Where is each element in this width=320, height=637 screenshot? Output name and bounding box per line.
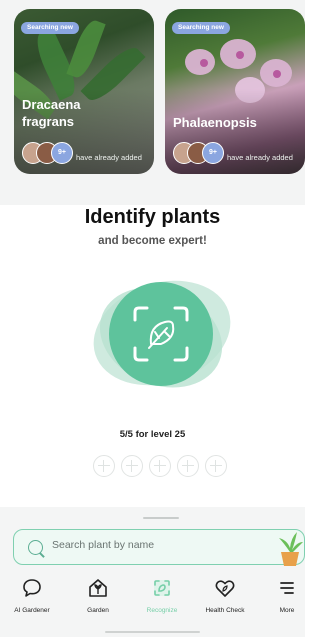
- nav-item-garden[interactable]: Garden: [76, 577, 120, 614]
- add-slot-icon: [205, 455, 227, 477]
- add-slot-icon: [149, 455, 171, 477]
- scan-leaf-icon: [133, 306, 189, 362]
- searching-badge: Searching new: [172, 22, 230, 34]
- potted-plant-icon: [279, 532, 303, 566]
- nav-label: Recognize: [146, 607, 178, 614]
- search-icon: [28, 540, 43, 555]
- nav-label: More: [279, 607, 295, 614]
- bottom-navigation: AI Gardener Garden Recognize Health Chec…: [0, 577, 305, 627]
- scan-plant-button[interactable]: [109, 282, 213, 386]
- avatar-more-count: 9+: [51, 142, 73, 164]
- card-title-line2: fragrans: [22, 114, 75, 129]
- plant-house-icon: [89, 579, 107, 597]
- avatar-more-count: 9+: [202, 142, 224, 164]
- orchid-center: [236, 51, 244, 59]
- add-slot-icon: [177, 455, 199, 477]
- nav-label: Health Check: [205, 607, 245, 614]
- nav-label: AI Gardener: [14, 607, 50, 614]
- plant-card-dracaena[interactable]: Searching new Dracaena fragrans 9+ have …: [14, 9, 154, 174]
- chat-bubble-icon: [23, 579, 41, 597]
- card-title-line1: Dracaena: [22, 97, 81, 112]
- user-avatars: 9+: [173, 142, 233, 164]
- heart-leaf-icon: [215, 580, 235, 597]
- drag-handle[interactable]: [143, 517, 179, 519]
- home-indicator: [105, 631, 200, 633]
- page-subtitle: and become expert!: [98, 235, 207, 247]
- user-avatars: 9+: [22, 142, 82, 164]
- add-slot-icon: [93, 455, 115, 477]
- nav-item-ai-gardener[interactable]: AI Gardener: [10, 577, 54, 614]
- scan-leaf-icon: [154, 580, 170, 596]
- nav-item-more[interactable]: More: [272, 577, 302, 614]
- orchid-center: [273, 70, 281, 78]
- nav-item-recognize[interactable]: Recognize: [139, 577, 185, 614]
- searching-badge: Searching new: [21, 22, 79, 34]
- page-title: Identify plants: [84, 206, 221, 228]
- progress-slots: [93, 455, 233, 477]
- added-text: have already added: [227, 153, 293, 162]
- added-text: have already added: [76, 153, 142, 162]
- search-input[interactable]: Search plant by name: [52, 539, 154, 551]
- card-title-line1: Phalaenopsis: [173, 115, 257, 130]
- add-slot-icon: [121, 455, 143, 477]
- plant-card-phalaenopsis[interactable]: Searching new Phalaenopsis 9+ have alrea…: [165, 9, 305, 174]
- nav-label: Garden: [87, 607, 109, 614]
- search-bar[interactable]: Search plant by name: [13, 529, 305, 565]
- menu-icon: [280, 582, 294, 594]
- level-progress-text: 5/5 for level 25: [119, 429, 186, 440]
- orchid-center: [200, 59, 208, 67]
- nav-item-health-check[interactable]: Health Check: [200, 577, 250, 614]
